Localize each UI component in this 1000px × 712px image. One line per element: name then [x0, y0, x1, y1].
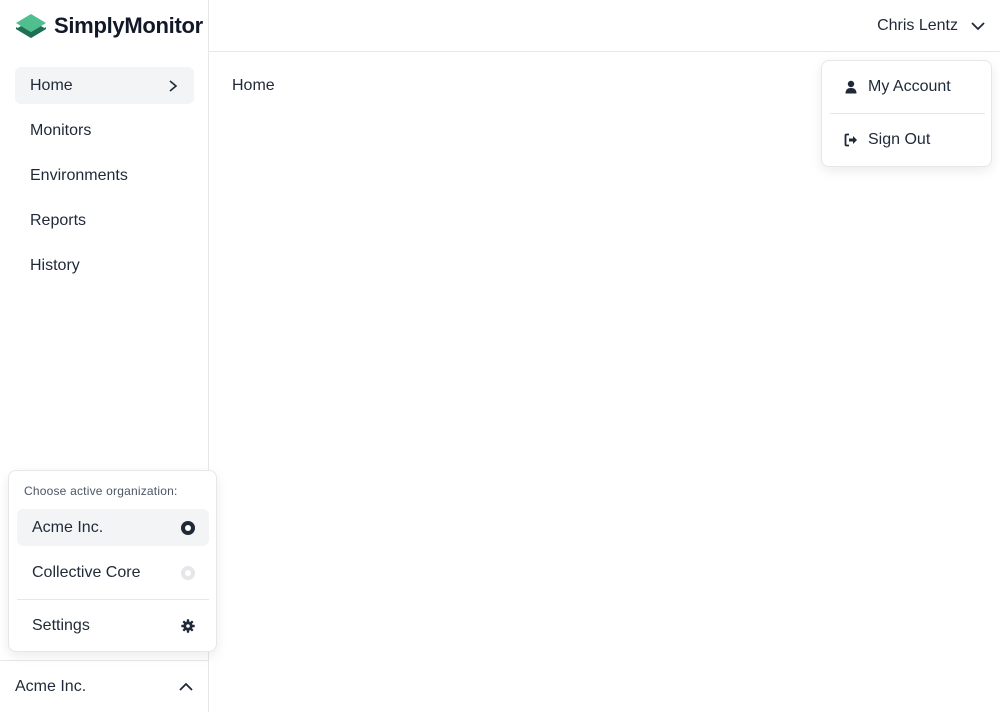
- org-option-collective-core[interactable]: Collective Core: [17, 554, 209, 591]
- sidebar-item-environments[interactable]: Environments: [15, 157, 194, 194]
- brand-logo[interactable]: SimplyMonitor: [15, 11, 203, 41]
- user-icon: [845, 80, 857, 94]
- org-option-label: Collective Core: [32, 563, 141, 581]
- chevron-up-icon: [179, 682, 193, 691]
- current-org-label: Acme Inc.: [15, 677, 87, 695]
- my-account-item[interactable]: My Account: [830, 68, 985, 106]
- sidebar-item-label: Home: [30, 76, 73, 94]
- org-option-label: Acme Inc.: [32, 518, 104, 536]
- app-root: SimplyMonitor Home Monitors Environments…: [0, 0, 1000, 712]
- sidebar-item-history[interactable]: History: [15, 247, 194, 284]
- org-menu-title: Choose active organization:: [24, 484, 178, 498]
- sidebar-item-label: Reports: [30, 211, 87, 229]
- my-account-label: My Account: [868, 78, 951, 95]
- radio-unselected-icon: [181, 565, 195, 580]
- page-title: Home: [232, 77, 275, 94]
- sign-out-item[interactable]: Sign Out: [830, 121, 985, 159]
- sidebar-item-home[interactable]: Home: [15, 67, 194, 104]
- org-settings-item[interactable]: Settings: [17, 607, 209, 644]
- sidebar-nav: Home Monitors Environments Reports Histo…: [15, 67, 194, 292]
- chevron-right-icon: [169, 79, 178, 92]
- org-settings-label: Settings: [32, 616, 90, 634]
- user-dropdown-menu: My Account Sign Out: [821, 60, 992, 167]
- sidebar-item-monitors[interactable]: Monitors: [15, 112, 194, 149]
- sign-out-icon: [844, 133, 857, 147]
- sidebar-item-label: Monitors: [30, 121, 92, 139]
- chevron-down-icon: [971, 22, 985, 31]
- user-name: Chris Lentz: [877, 17, 958, 34]
- divider: [830, 113, 985, 114]
- gear-icon: [181, 618, 195, 633]
- user-menu-button[interactable]: Chris Lentz: [877, 13, 986, 39]
- org-switcher-button[interactable]: Acme Inc.: [0, 660, 209, 712]
- divider: [17, 599, 209, 600]
- top-header: Chris Lentz: [209, 0, 1000, 52]
- brand-name: SimplyMonitor: [54, 13, 203, 38]
- org-menu-popover: Choose active organization: Acme Inc. Co…: [8, 470, 217, 652]
- sign-out-label: Sign Out: [868, 131, 931, 148]
- sidebar-item-label: History: [30, 256, 80, 274]
- org-option-acme[interactable]: Acme Inc.: [17, 509, 209, 546]
- sidebar-item-label: Environments: [30, 166, 128, 184]
- radio-selected-icon: [181, 520, 195, 535]
- sidebar-item-reports[interactable]: Reports: [15, 202, 194, 239]
- layers-logo-icon: [16, 14, 46, 38]
